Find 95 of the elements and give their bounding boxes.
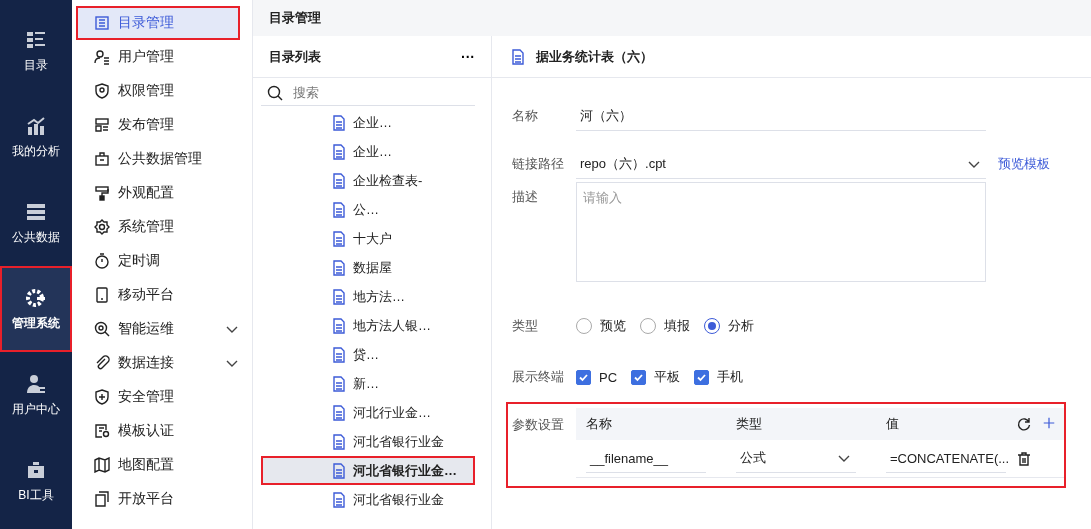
nav-rail-item[interactable]: 目录: [0, 8, 72, 94]
nav-rail-item[interactable]: 管理系统: [0, 266, 72, 352]
document-icon: [331, 491, 347, 508]
search-icon: [267, 84, 283, 101]
param-value-field[interactable]: =CONCATENATE(...: [886, 444, 1006, 473]
nav-rail-item[interactable]: 用户中心: [0, 352, 72, 438]
document-icon: [331, 143, 347, 160]
paperclip-icon: [94, 355, 110, 371]
document-icon: [331, 375, 347, 392]
menu-item[interactable]: 外观配置: [76, 176, 240, 210]
list-icon: [94, 15, 110, 31]
briefcase-icon: [94, 151, 110, 167]
document-icon: [331, 404, 347, 421]
shield-icon: [94, 83, 110, 99]
document-icon: [331, 230, 347, 247]
checkbox-option[interactable]: 平板: [631, 368, 681, 386]
more-button[interactable]: ···: [455, 47, 481, 66]
document-icon: [510, 48, 526, 65]
radio-option[interactable]: 填报: [640, 317, 690, 335]
column-header: 名称: [586, 415, 613, 433]
name-field[interactable]: 河（六）: [576, 101, 986, 131]
menu-item[interactable]: 开放平台: [76, 482, 240, 516]
template-title: 据业务统计表（六）: [536, 47, 653, 66]
field-label: 类型: [512, 317, 539, 335]
menu-item[interactable]: 系统管理: [76, 210, 240, 244]
user-icon: [94, 49, 110, 65]
menu-item[interactable]: 智能运维: [76, 312, 240, 346]
menu-item[interactable]: 地图配置: [76, 448, 240, 482]
panel-title: 目录列表: [269, 47, 321, 66]
description-field[interactable]: 请输入: [576, 182, 986, 282]
document-icon: [331, 433, 347, 450]
menu-item[interactable]: 公共数据管理: [76, 142, 240, 176]
user-icon: [25, 372, 47, 395]
certificate-icon: [94, 423, 110, 439]
field-label: 链接路径: [512, 155, 565, 173]
field-label: 展示终端: [512, 368, 565, 386]
tree-item[interactable]: 河北省银行业金…: [261, 456, 475, 485]
layout-icon: [94, 117, 110, 133]
tree-item[interactable]: 新…: [261, 369, 475, 398]
page-title: 目录管理: [253, 0, 1091, 36]
gear-icon: [25, 286, 47, 309]
tree-item[interactable]: 河北行业金…: [261, 398, 475, 427]
tree-item[interactable]: 企业…: [261, 108, 475, 137]
param-name-field[interactable]: __filename__: [586, 444, 706, 473]
checkbox-option[interactable]: PC: [576, 369, 618, 385]
stopwatch-icon: [94, 253, 110, 269]
document-icon: [331, 288, 347, 305]
map-icon: [94, 457, 110, 473]
menu-item[interactable]: 定时调: [76, 244, 240, 278]
tree-item[interactable]: 企业检查表-: [261, 166, 475, 195]
menu-item[interactable]: 权限管理: [76, 74, 240, 108]
tree-item[interactable]: 河北省银行业金: [261, 485, 475, 514]
chart-icon: [25, 114, 47, 137]
tree-item[interactable]: 企业…: [261, 137, 475, 166]
checkbox-option[interactable]: 手机: [694, 368, 744, 386]
tree-item[interactable]: 地方法…: [261, 282, 475, 311]
copy-icon: [94, 491, 110, 507]
nav-rail-item[interactable]: 我的分析: [0, 94, 72, 180]
tree-item[interactable]: 河北省银行业金: [261, 427, 475, 456]
menu-item[interactable]: 移动平台: [76, 278, 240, 312]
tree-item[interactable]: 数据屋: [261, 253, 475, 282]
menu-item[interactable]: 目录管理: [76, 6, 240, 40]
settings-icon: [94, 219, 110, 235]
path-dropdown[interactable]: repo（六）.cpt: [576, 149, 986, 179]
menu-item[interactable]: 模板认证: [76, 414, 240, 448]
tree-item[interactable]: 贷…: [261, 340, 475, 369]
tree-item[interactable]: 地方法人银…: [261, 311, 475, 340]
document-icon: [331, 172, 347, 189]
phone-icon: [94, 287, 110, 303]
paint-roller-icon: [94, 185, 110, 201]
field-label: 描述: [512, 188, 539, 206]
field-label: 名称: [512, 107, 539, 125]
tree-item[interactable]: 公…: [261, 195, 475, 224]
document-icon: [331, 317, 347, 334]
nav-rail-item[interactable]: BI工具: [0, 438, 72, 524]
field-label: 参数设置: [512, 416, 565, 434]
document-icon: [331, 114, 347, 131]
shield-plus-icon: [94, 389, 110, 405]
preview-template-link[interactable]: 预览模板: [998, 155, 1050, 173]
nav-rail-item[interactable]: 公共数据: [0, 180, 72, 266]
document-icon: [331, 259, 347, 276]
document-icon: [331, 462, 347, 479]
radio-option[interactable]: 分析: [704, 317, 754, 335]
param-type-dropdown[interactable]: 公式: [736, 444, 856, 473]
document-icon: [331, 201, 347, 218]
menu-item[interactable]: 用户管理: [76, 40, 240, 74]
menu-item[interactable]: 数据连接: [76, 346, 240, 380]
menu-item[interactable]: 发布管理: [76, 108, 240, 142]
column-header: 值: [886, 415, 900, 433]
column-header: 类型: [736, 415, 763, 433]
radio-option[interactable]: 预览: [576, 317, 626, 335]
tree-item[interactable]: 十大户: [261, 224, 475, 253]
document-icon: [331, 346, 347, 363]
menu-item[interactable]: 安全管理: [76, 380, 240, 414]
magnifier-icon: [94, 321, 110, 337]
